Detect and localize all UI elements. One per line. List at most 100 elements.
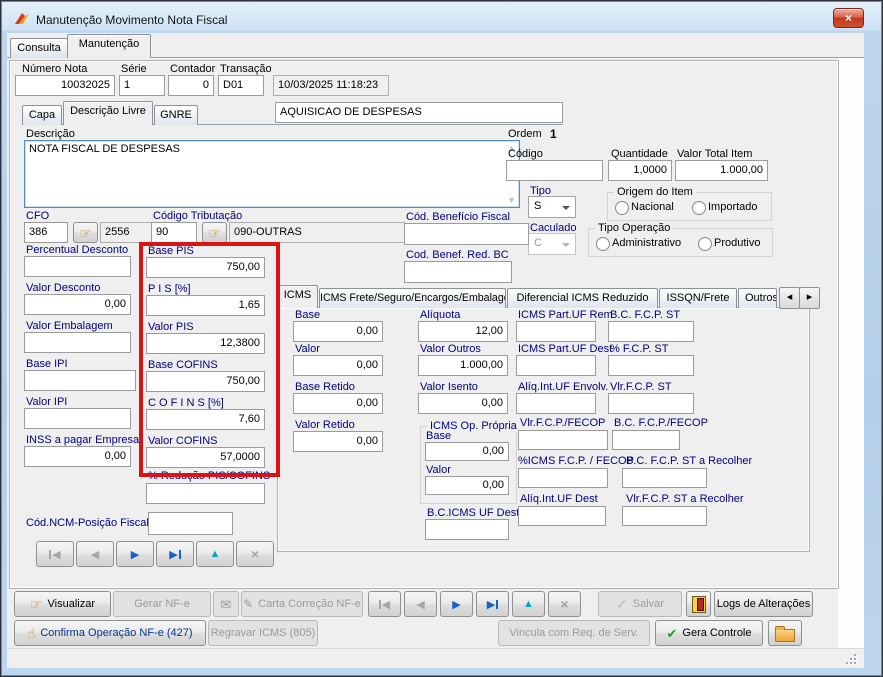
carta-correcao-button[interactable]: ✎ Carta Correção NF-e xyxy=(241,591,363,617)
bc-fcp-fecop-field[interactable] xyxy=(612,430,680,450)
vlr-fcp-st-recolher-field[interactable] xyxy=(622,506,707,526)
visualizar-button[interactable]: ☞ Visualizar xyxy=(14,591,111,617)
cofins-pct-field[interactable]: 7,60 xyxy=(146,409,265,430)
valor-cofins-field[interactable]: 57,0000 xyxy=(146,447,265,468)
serie-field[interactable]: 1 xyxy=(119,75,165,96)
pct-icms-fcp-fecop-field[interactable] xyxy=(518,468,608,488)
nav-next-button[interactable]: ▶ xyxy=(116,541,154,567)
radio-administrativo[interactable] xyxy=(596,237,610,251)
op-propria-base-field[interactable]: 0,00 xyxy=(425,442,509,461)
radio-importado-label[interactable]: Importado xyxy=(708,201,758,213)
quantidade-field[interactable]: 1,0000 xyxy=(608,160,672,181)
scroll-down-icon[interactable]: ▼ xyxy=(507,195,516,205)
radio-nacional[interactable] xyxy=(615,201,629,215)
gerar-nfe-button[interactable]: Gerar NF-e xyxy=(113,591,211,617)
tab-icms-frete[interactable]: ICMS Frete/Seguro/Encargos/Embalagem xyxy=(319,288,506,308)
aliq-int-uf-dest-field[interactable] xyxy=(518,506,606,526)
base-cofins-field[interactable]: 750,00 xyxy=(146,371,265,392)
toolbar-nav-next-button[interactable]: ▶ xyxy=(440,591,473,617)
reducao-pis-cofins-field[interactable] xyxy=(146,483,265,504)
tab-icms[interactable]: ICMS xyxy=(277,285,318,308)
tab-gnre[interactable]: GNRE xyxy=(154,105,198,125)
radio-administrativo-label[interactable]: Administrativo xyxy=(612,237,681,249)
tab-outros[interactable]: Outros xyxy=(738,288,777,308)
icms-valor-field[interactable]: 0,00 xyxy=(293,355,383,376)
tab-manutencao[interactable]: Manutenção xyxy=(67,34,151,58)
bc-fcp-st-field[interactable] xyxy=(608,321,694,342)
benef-red-bc-field[interactable] xyxy=(404,261,512,283)
icms-base-retido-field[interactable]: 0,00 xyxy=(293,393,383,414)
icms-base-field[interactable]: 0,00 xyxy=(293,321,383,342)
tab-diferencial-icms[interactable]: Diferencial ICMS Reduzido xyxy=(507,288,658,308)
sair-button[interactable] xyxy=(686,591,711,617)
salvar-button[interactable]: ✓ Salvar xyxy=(598,591,682,617)
toolbar-nav-first-button[interactable]: ◀ xyxy=(368,591,401,617)
cfo-field[interactable]: 386 xyxy=(24,222,68,243)
toolbar-nav-cancel-button[interactable]: × xyxy=(548,591,581,617)
tab-consulta[interactable]: Consulta xyxy=(10,38,68,58)
radio-produtivo[interactable] xyxy=(698,237,712,251)
tributacao-lookup-button[interactable]: ☞ xyxy=(202,222,227,243)
valor-pis-field[interactable]: 12,3800 xyxy=(146,333,265,354)
percentual-desconto-field[interactable] xyxy=(24,256,131,277)
op-propria-valor-field[interactable]: 0,00 xyxy=(425,476,509,495)
valor-embalagem-field[interactable] xyxy=(24,332,131,353)
numero-nota-field[interactable]: 10032025 xyxy=(15,75,115,96)
abrir-pasta-button[interactable] xyxy=(768,620,802,646)
valor-total-item-field[interactable]: 1.000,00 xyxy=(675,160,768,181)
pointing-hand-icon: ☞ xyxy=(30,597,43,611)
icms-part-uf-dest-field[interactable] xyxy=(516,355,596,376)
nav-top-button[interactable]: ▲ xyxy=(196,541,234,567)
tab-issqn-frete[interactable]: ISSQN/Frete xyxy=(659,288,737,308)
toolbar-nav-prior-button[interactable]: ◀ xyxy=(404,591,437,617)
icms-part-uf-rem-field[interactable] xyxy=(516,321,596,342)
cfo-lookup-button[interactable]: ☞ xyxy=(73,222,98,243)
toolbar-nav-last-button[interactable]: ▶ xyxy=(476,591,509,617)
nav-last-button[interactable]: ▶ xyxy=(156,541,194,567)
icms-valor-retido-field[interactable]: 0,00 xyxy=(293,431,383,452)
beneficio-fiscal-field[interactable] xyxy=(404,223,529,245)
vlr-fcp-st-field[interactable] xyxy=(608,393,694,414)
tab-scroll-left-button[interactable]: ◂ xyxy=(779,287,800,309)
valor-desconto-field[interactable]: 0,00 xyxy=(24,294,131,315)
codigo-field[interactable] xyxy=(506,160,603,181)
aliq-int-uf-envolv-field[interactable] xyxy=(516,393,596,414)
transacao-field[interactable]: D01 xyxy=(218,75,264,96)
vincula-req-serv-button[interactable]: Vincula com Req. de Serv. xyxy=(498,620,650,646)
bc-icms-uf-dest-field[interactable] xyxy=(425,519,509,540)
contador-field[interactable]: 0 xyxy=(168,75,214,96)
operacao-descricao-field[interactable]: AQUISICAO DE DESPESAS xyxy=(275,102,563,123)
gera-controle-button[interactable]: ✔ Gera Controle xyxy=(655,620,763,646)
radio-produtivo-label[interactable]: Produtivo xyxy=(714,237,760,249)
valor-ipi-field[interactable] xyxy=(24,408,131,429)
nav-prior-button[interactable]: ◀ xyxy=(76,541,114,567)
radio-nacional-label[interactable]: Nacional xyxy=(631,201,674,213)
pis-pct-field[interactable]: 1,65 xyxy=(146,295,265,316)
inss-empresa-field[interactable]: 0,00 xyxy=(24,446,131,467)
resize-grip[interactable] xyxy=(846,654,856,664)
tipo-combo[interactable]: S xyxy=(528,196,576,218)
enviar-email-button[interactable]: ✉ xyxy=(213,591,239,617)
tab-scroll-right-button[interactable]: ▸ xyxy=(799,287,820,309)
descricao-memo[interactable]: NOTA FISCAL DE DESPESAS ▲ ▼ xyxy=(24,140,520,208)
regravar-icms-button[interactable]: Regravar ICMS (805) xyxy=(208,620,318,646)
codigo-tributacao-field[interactable]: 90 xyxy=(151,222,197,243)
icms-aliquota-field[interactable]: 12,00 xyxy=(418,321,508,342)
nav-cancel-button[interactable]: × xyxy=(236,541,274,567)
ncm-field[interactable] xyxy=(148,512,233,535)
vlr-fcp-fecop-field[interactable] xyxy=(518,430,608,450)
icms-valor-isento-field[interactable]: 0,00 xyxy=(418,393,508,414)
confirma-operacao-button[interactable]: ☝ Confirma Operação NF-e (427) xyxy=(14,620,206,646)
close-button[interactable]: × xyxy=(833,8,864,28)
toolbar-nav-top-button[interactable]: ▲ xyxy=(512,591,545,617)
nav-first-button[interactable]: ◀ xyxy=(36,541,74,567)
tab-descricao-livre[interactable]: Descrição Livre xyxy=(63,101,153,125)
base-ipi-field[interactable] xyxy=(24,370,136,391)
bc-fcp-st-recolher-field[interactable] xyxy=(622,468,707,488)
logs-alteracoes-button[interactable]: Logs de Alterações xyxy=(714,591,813,617)
tab-capa[interactable]: Capa xyxy=(22,105,62,125)
pct-fcp-st-field[interactable] xyxy=(608,355,694,376)
base-pis-field[interactable]: 750,00 xyxy=(146,257,265,278)
radio-importado[interactable] xyxy=(692,201,706,215)
icms-valor-outros-field[interactable]: 1.000,00 xyxy=(418,355,508,376)
